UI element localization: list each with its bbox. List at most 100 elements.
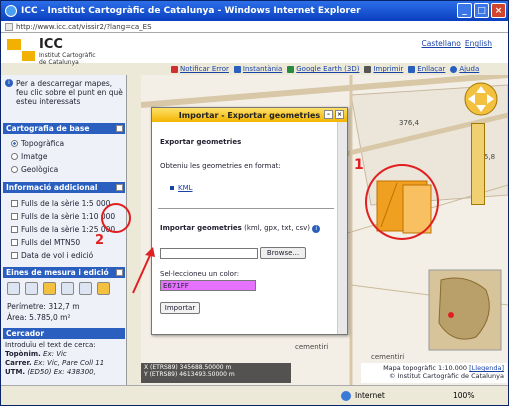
search-hint-toponim: Topònim. Ex: Vic (5, 350, 67, 358)
check-data-vol[interactable]: Data de vol i edició (11, 251, 93, 260)
map-label-cementiri-1: cementiri (371, 353, 404, 361)
annotation-label-2: 2 (95, 233, 105, 248)
print-link[interactable]: Imprimir (364, 65, 403, 73)
section-search[interactable]: Cercador (3, 328, 125, 339)
map-toolbar: Notificar Error Instantània Google Earth… (171, 63, 501, 75)
radio-button[interactable] (11, 166, 18, 173)
annotation-label-1: 1 (354, 157, 364, 173)
map-label-cementiri-2: cementiri (295, 343, 328, 351)
annotation-circle-2 (101, 203, 131, 233)
browse-button[interactable]: Browse... (260, 247, 306, 259)
ie-icon (5, 5, 17, 17)
move-tool-icon[interactable] (61, 282, 74, 295)
bullet-icon (170, 186, 174, 190)
check-serie-5000[interactable]: Fulls de la sèrie 1:5 000 (11, 199, 110, 208)
maximize-button[interactable]: □ (474, 3, 489, 18)
site-header: ICC Institut Cartogràfic de Catalunya Cas… (1, 33, 508, 66)
radio-imatge[interactable]: Imatge (11, 152, 47, 161)
help-icon (450, 65, 458, 73)
radio-geologica[interactable]: Geològica (11, 165, 58, 174)
zoom-slider[interactable] (471, 123, 485, 205)
notify-error-link[interactable]: Notificar Error (171, 65, 229, 73)
title-bar: ICC - Institut Cartogràfic de Catalunya … (1, 1, 508, 21)
help-link[interactable]: Ajuda (450, 65, 479, 73)
file-input[interactable] (160, 248, 258, 259)
import-export-tool-icon[interactable] (97, 282, 110, 295)
dialog-scrollbar[interactable] (337, 122, 347, 334)
annotation-circle-1 (365, 164, 439, 240)
chain-icon (408, 65, 416, 73)
copyright: © Institut Cartogràfic de Catalunya (389, 372, 504, 380)
tool-buttons (7, 282, 110, 295)
radio-topografica[interactable]: Topogràfica (11, 139, 64, 148)
perimeter-value: Perímetre: 312,7 m (7, 302, 80, 311)
collapse-icon[interactable] (116, 125, 123, 132)
import-heading: Importar geometries (kml, gpx, txt, csv)… (160, 224, 321, 233)
check-mtn50[interactable]: Fulls del MTN50 (11, 238, 80, 247)
section-additional-info[interactable]: Informació addicional (3, 182, 125, 193)
export-title: Exportar geometries (160, 138, 242, 146)
check-serie-10000[interactable]: Fulls de la sèrie 1:10 000 (11, 212, 115, 221)
import-export-dialog: Importar - Exportar geometries – × Expor… (151, 107, 348, 335)
info-message: i Per a descarregar mapes, feu clic sobr… (5, 79, 125, 106)
dialog-title: Importar - Exportar geometries (178, 110, 321, 120)
globe-icon (287, 65, 295, 73)
error-icon (171, 65, 178, 73)
kml-link[interactable]: KML (178, 184, 193, 192)
collapse-icon[interactable] (116, 184, 123, 191)
internet-zone-icon (341, 390, 351, 401)
coord-x: X (ETRS89) 345688.50000 m (144, 364, 232, 371)
pan-control[interactable] (461, 81, 501, 117)
polygon-tool-icon[interactable] (43, 282, 56, 295)
section-base-cartography[interactable]: Cartografia de base (3, 123, 125, 134)
collapse-icon[interactable] (116, 269, 123, 276)
map-info: Mapa topogràfic 1:10.000 [Llegenda] © In… (361, 363, 507, 383)
export-description: Obteniu les geometries en format: (160, 162, 281, 170)
path-tool-icon[interactable] (25, 282, 38, 295)
address-bar[interactable]: http://www.icc.cat/vissir2/?lang=ca_ES (1, 21, 508, 33)
coord-y: Y (ETRS89) 4613493.50000 m (144, 371, 235, 378)
link-link[interactable]: Enllaçar (408, 65, 445, 73)
radio-button[interactable] (11, 153, 18, 160)
radio-button[interactable] (11, 140, 18, 147)
divider (158, 208, 334, 209)
help-icon[interactable]: i (312, 225, 321, 233)
google-earth-link[interactable]: Google Earth (3D) (287, 65, 359, 73)
search-hint-carrer: Carrer. Ex: Vic, Pare Coll 11 (5, 359, 105, 367)
legend-link[interactable]: [Llegenda] (469, 364, 504, 372)
dialog-title-bar[interactable]: Importar - Exportar geometries – × (152, 108, 347, 122)
color-input[interactable]: E671FF (160, 280, 256, 291)
overview-map (438, 277, 490, 340)
section-measure-tools[interactable]: Eines de mesura i edició (3, 267, 125, 278)
import-button[interactable]: Importar (160, 302, 200, 314)
brand-subtitle: Institut Cartogràfic de Catalunya (39, 52, 96, 66)
search-hint-utm: UTM. (ED50) Ex: 438300, (5, 368, 96, 376)
window-controls: _ □ × (457, 3, 506, 18)
map-scale: Mapa topogràfic 1:10.000 (383, 364, 468, 372)
lang-castellano[interactable]: Castellano (422, 39, 461, 48)
browser-window: ICC - Institut Cartogràfic de Catalunya … (0, 0, 509, 406)
zone-label: Internet (355, 391, 385, 400)
dialog-close-icon[interactable]: × (335, 110, 344, 119)
status-bar: Internet 100% (1, 385, 508, 405)
line-tool-icon[interactable] (7, 282, 20, 295)
delete-tool-icon[interactable] (79, 282, 92, 295)
map-label-elevation-1: 376,4 (399, 119, 420, 127)
search-intro: Introduïu el text de cerca: (5, 341, 96, 349)
language-links: Castellano English (422, 39, 493, 48)
url-text[interactable]: http://www.icc.cat/vissir2/?lang=ca_ES (16, 23, 152, 31)
area-value: Àrea: 5.785,0 m² (7, 313, 71, 322)
camera-icon (233, 65, 241, 73)
snapshot-link[interactable]: Instantània (233, 65, 282, 73)
printer-icon (364, 65, 372, 73)
icc-logo (7, 39, 35, 61)
zoom-level[interactable]: 100% (453, 391, 474, 400)
dialog-minimize-icon[interactable]: – (324, 110, 333, 119)
minimize-button[interactable]: _ (457, 3, 472, 18)
window-title: ICC - Institut Cartogràfic de Catalunya … (21, 6, 361, 16)
close-button[interactable]: × (491, 3, 506, 18)
page-icon (5, 22, 13, 31)
lang-english[interactable]: English (465, 39, 492, 48)
coordinates-readout: X (ETRS89) 345688.50000 m Y (ETRS89) 461… (141, 363, 291, 383)
info-icon: i (5, 79, 13, 87)
